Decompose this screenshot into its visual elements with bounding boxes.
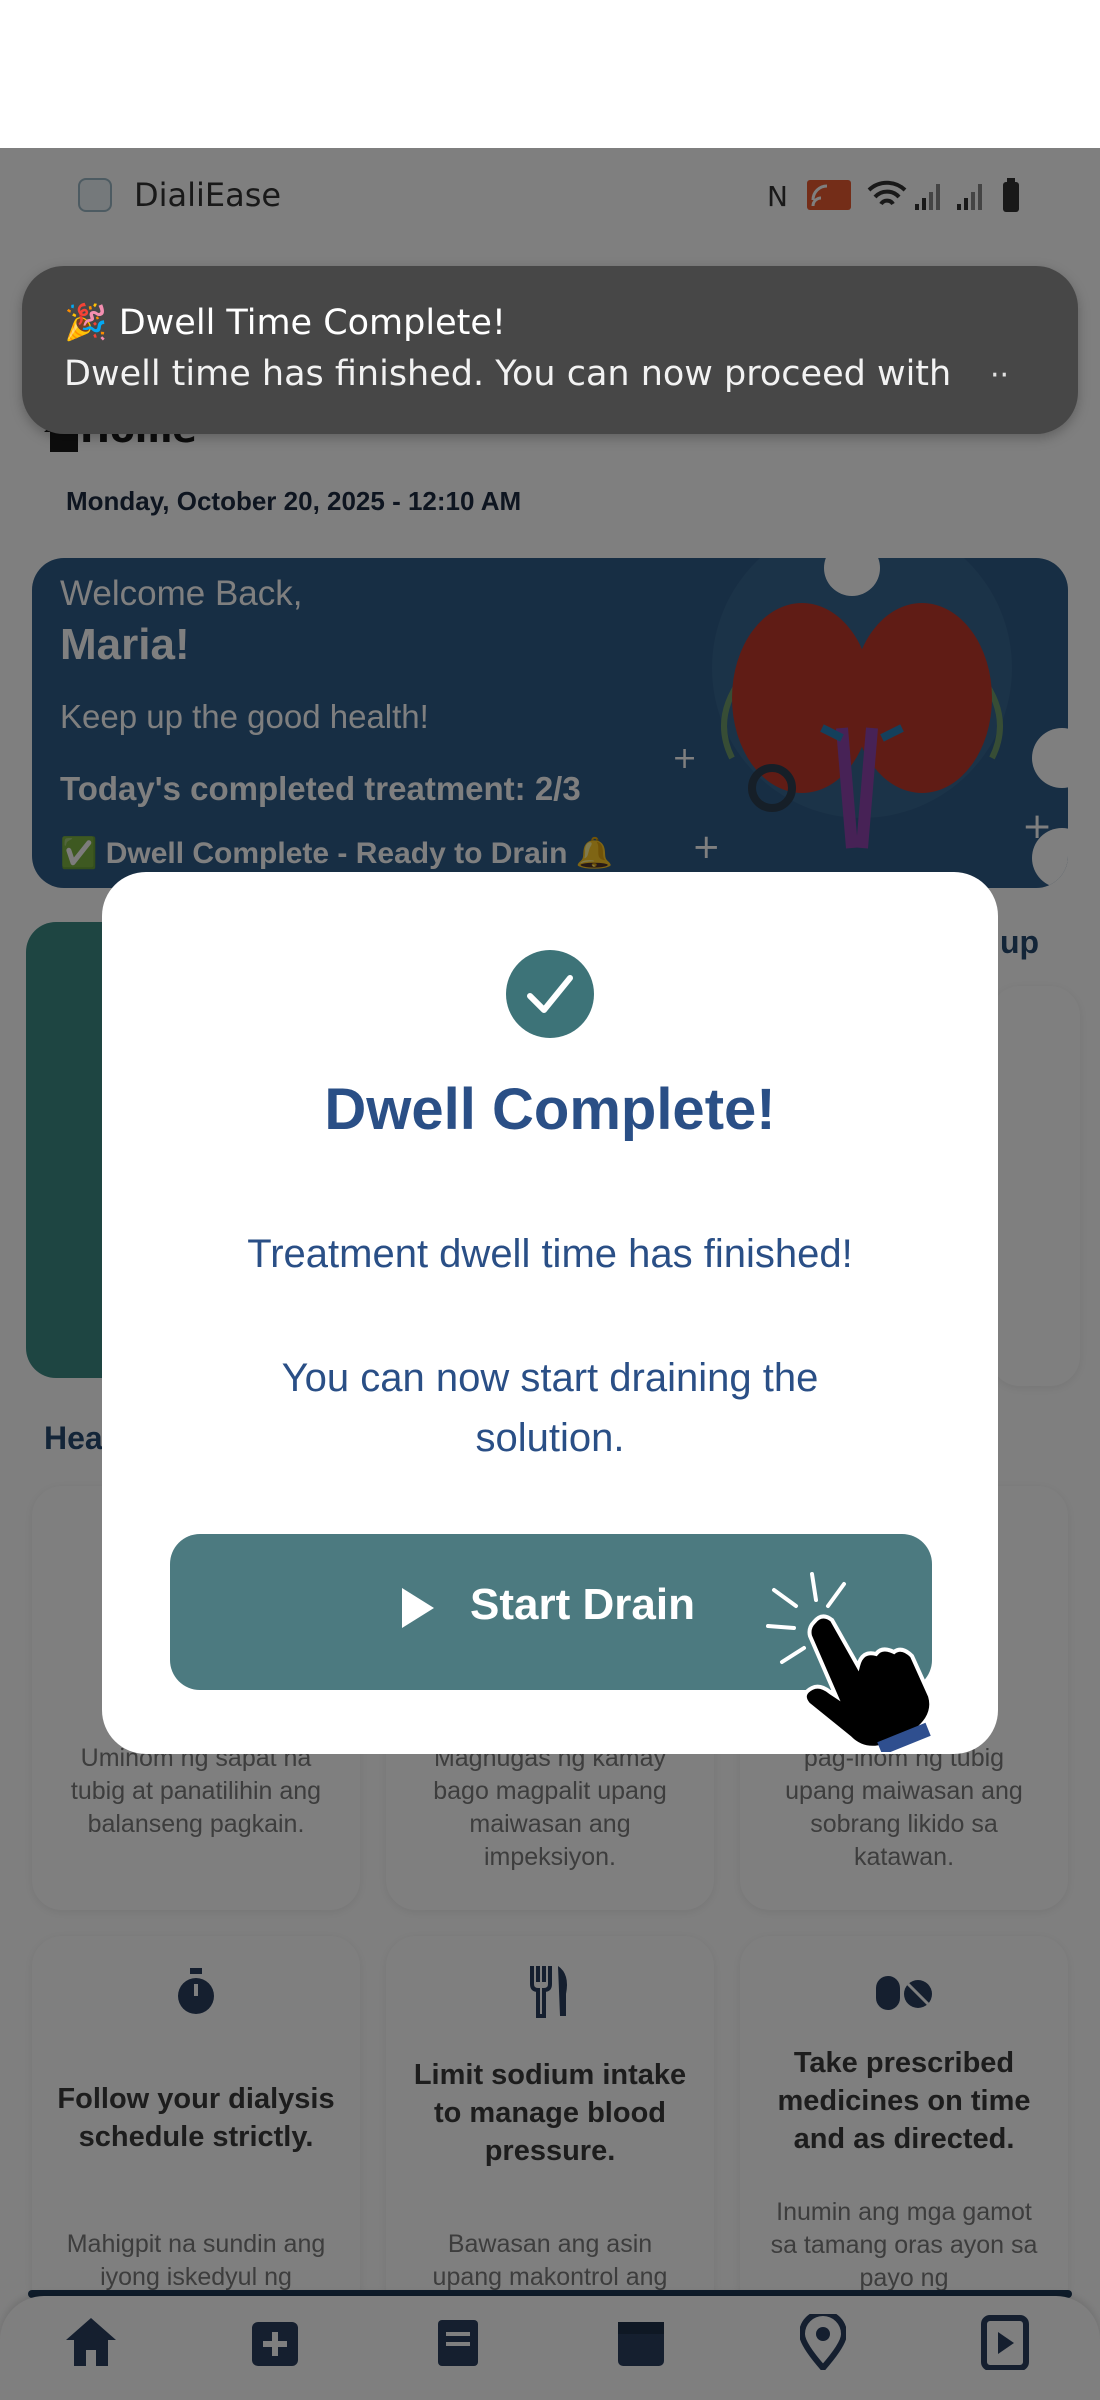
check-circle-icon (506, 950, 594, 1038)
play-icon (402, 1588, 434, 1628)
tap-hand-icon (766, 1572, 934, 1752)
top-blank-area (0, 0, 1100, 148)
dialog-message: Treatment dwell time has finished! (247, 1232, 853, 1276)
start-drain-label: Start Drain (470, 1580, 695, 1629)
notification-more-indicator: ·· (990, 358, 1010, 393)
notification-title: Dwell Time Complete! (118, 303, 506, 343)
notification-text: Dwell time has finished. You can now pro… (64, 354, 952, 394)
notification-banner[interactable]: 🎉 Dwell Time Complete! Dwell time has fi… (22, 266, 1078, 434)
notification-title-line: 🎉 Dwell Time Complete! (64, 302, 506, 343)
dialog-instruction: You can now start draining the solution. (281, 1356, 819, 1460)
dialog-title: Dwell Complete! (324, 1077, 776, 1142)
party-emoji: 🎉 (64, 303, 108, 343)
checkmark-icon (527, 975, 573, 1013)
